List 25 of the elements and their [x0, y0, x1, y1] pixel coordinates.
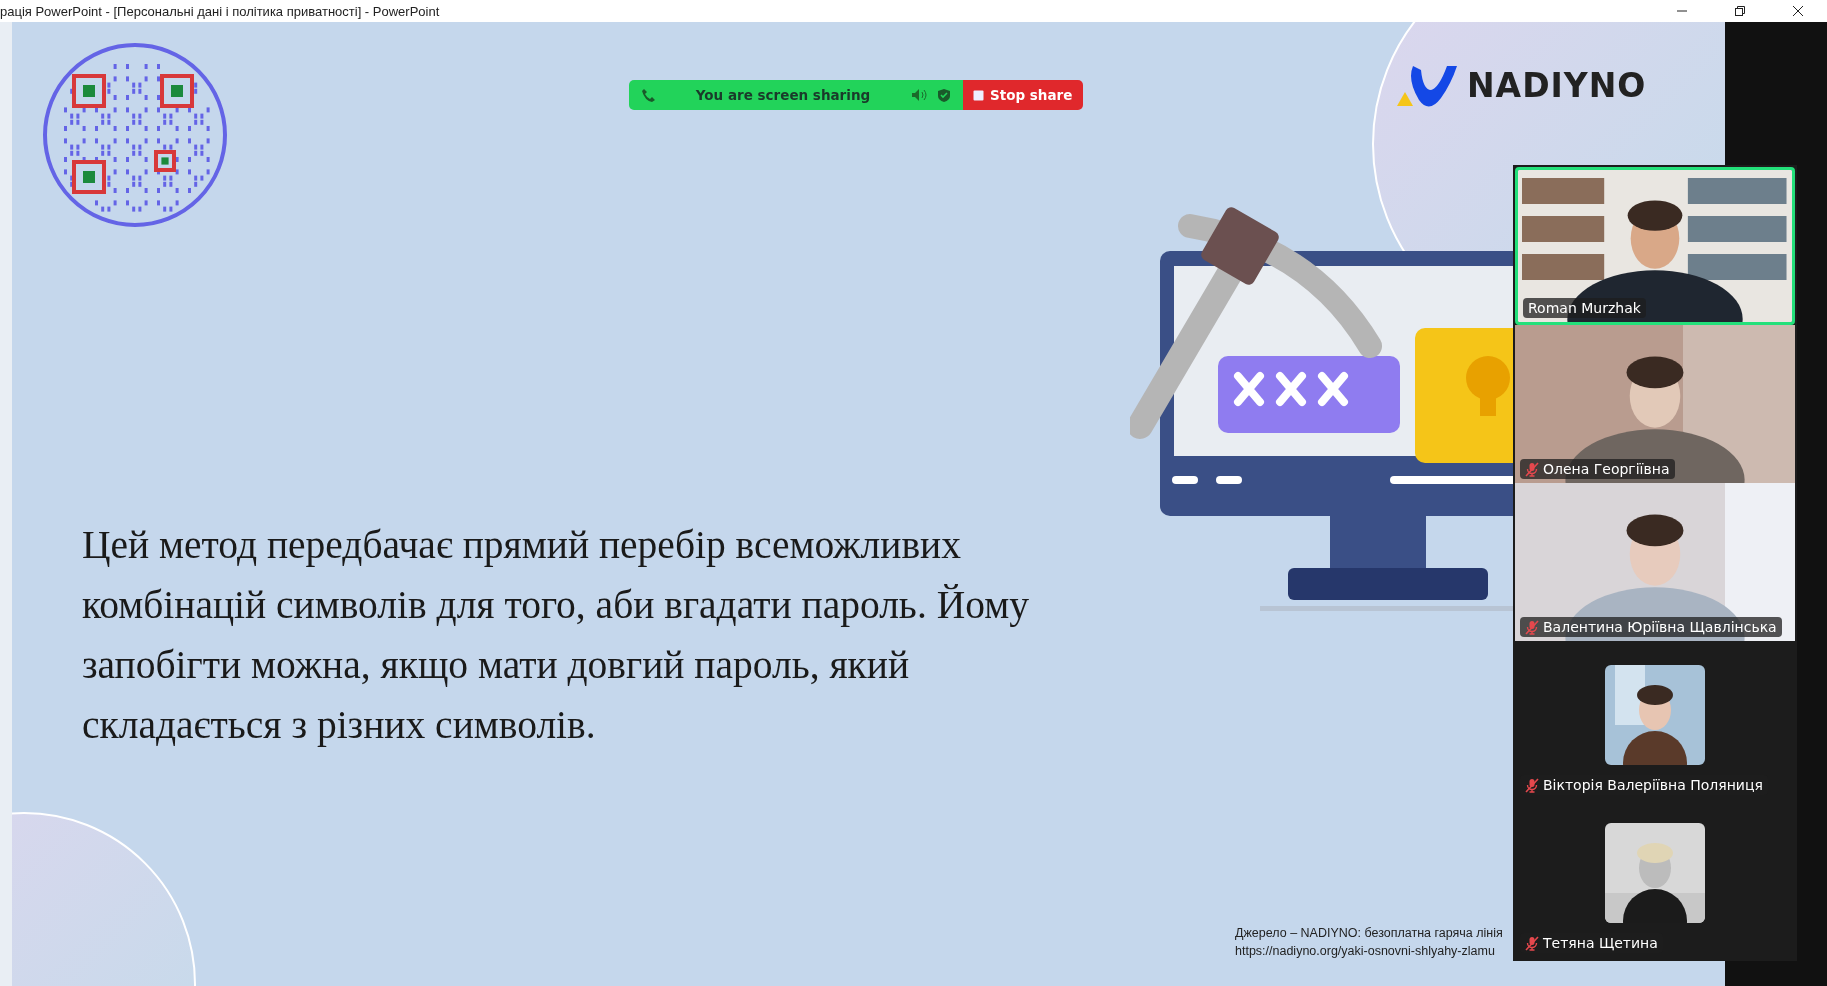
participant-name: Roman Murzhak: [1523, 298, 1646, 318]
muted-mic-icon: [1525, 935, 1539, 951]
stop-share-button[interactable]: Stop share: [963, 80, 1083, 110]
window-title: рація PowerPoint - [Персональні дані і політика приватності] - PowerPoint: [0, 3, 441, 19]
source-text: https://nadiyno.org/yaki-osnovni-shlyahy-zlamu: [1235, 943, 1495, 960]
video-tile[interactable]: Вікторія Валеріївна Поляниця: [1515, 641, 1795, 799]
slide-body-text: Цей метод передбачає прямий перебір всеможливих комбінацій символів для того, аби вгадати пароль. Йому запобігти можна, якщо мати довгий пароль, який складається з різних символів.: [82, 522, 1030, 749]
video-tile[interactable]: Тетяна Щетина: [1515, 799, 1795, 957]
participant-name: Валентина Юріївна Щавлінська: [1520, 617, 1782, 637]
muted-mic-icon: [1525, 461, 1539, 477]
logo-text: NADIYNO: [1467, 65, 1647, 105]
speaker-icon[interactable]: [911, 88, 927, 102]
close-icon: [1792, 5, 1804, 17]
muted-mic-icon: [1525, 777, 1539, 793]
video-tile[interactable]: Валентина Юріївна Щавлінська: [1515, 483, 1795, 641]
stop-icon: [973, 89, 984, 101]
shield-icon[interactable]: [937, 87, 951, 103]
source-text: Джерело – NADIYNO: безоплатна гаряча лінія: [1235, 925, 1503, 942]
phone-icon: [641, 88, 655, 102]
video-tile[interactable]: Roman Murzhak: [1515, 167, 1795, 325]
restore-icon: [1734, 5, 1746, 17]
muted-mic-icon: [1525, 619, 1539, 635]
video-tile[interactable]: Олена Георгіївна: [1515, 325, 1795, 483]
participant-name: Олена Георгіївна: [1520, 459, 1675, 479]
sharing-message: You are screen sharing: [694, 87, 872, 103]
